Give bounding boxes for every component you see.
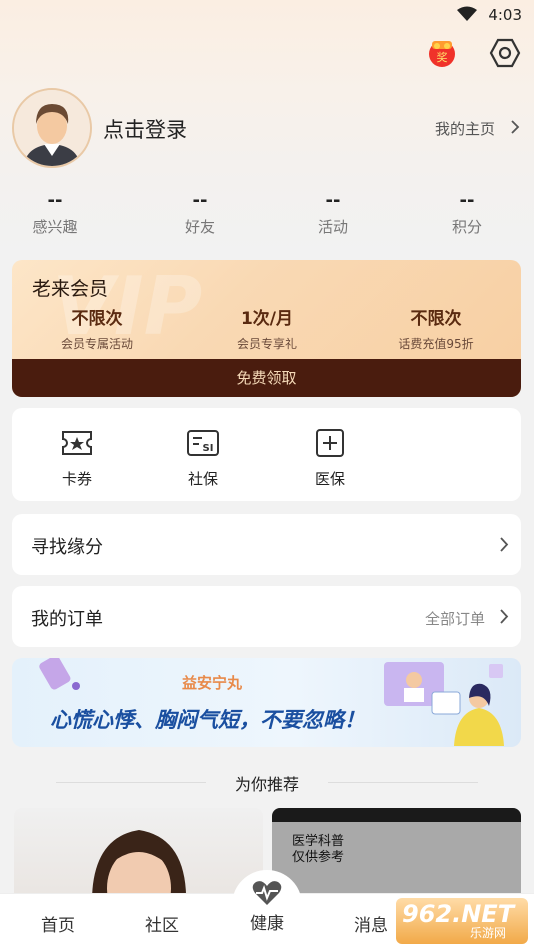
vip-benefit-value: 1次/月 [240,309,294,329]
find-fate-row[interactable]: 寻找缘分 [12,514,521,575]
vip-claim-button[interactable]: 免费领取 [12,359,521,397]
video-caption-line: 医学科普 [292,834,345,849]
stat-friends[interactable]: -- 好友 [155,190,245,237]
banner-headline: 心慌心悸、胸闷气短，不要忽略！ [50,708,365,732]
stat-label: 活动 [317,218,348,236]
chevron-right-icon[interactable] [510,119,520,135]
status-bar: 4:03 [0,0,534,30]
social-security-icon: SI [187,430,219,456]
svg-text:SI: SI [203,443,214,454]
recommend-title: 为你推荐 [234,775,299,794]
ad-banner[interactable]: 益安宁丸 心慌心悸、胸闷气短，不要忽略！ [12,658,521,747]
medical-insurance-icon [316,429,344,457]
stat-label: 感兴趣 [32,218,78,236]
vip-benefit: 不限次 会员专属活动 [17,304,177,352]
vip-benefit-value: 不限次 [410,309,462,329]
avatar[interactable] [12,88,92,168]
vip-card[interactable]: VIP 老来会员 不限次 会员专属活动 1次/月 会员专享礼 不限次 话费充值9… [12,260,521,397]
service-social-security[interactable]: SI 社保 [163,428,243,489]
service-medical-insurance[interactable]: 医保 [290,428,370,489]
coupon-icon [62,431,92,455]
svg-text:奖: 奖 [437,50,448,64]
video-caption: 医学科普 仅供参考 [292,834,344,866]
tab-community[interactable]: 社区 [132,911,192,936]
chevron-right-icon [500,537,509,552]
stat-activities[interactable]: -- 活动 [288,190,378,237]
vip-benefit-desc: 话费充值95折 [398,337,474,351]
my-orders-row[interactable]: 我的订单 全部订单 [12,586,521,647]
doctor-illustration [384,662,504,746]
stat-value: -- [325,190,341,211]
vip-benefit: 不限次 话费充值95折 [356,304,516,352]
award-icon[interactable]: 奖 [426,37,458,69]
video-caption-line: 仅供参考 [292,850,345,865]
settings-icon[interactable] [489,37,521,69]
site-watermark: 962.NET 乐游网 [396,898,528,944]
tab-home[interactable]: 首页 [28,911,88,936]
vip-title: 老来会员 [32,278,109,300]
stat-points[interactable]: -- 积分 [422,190,512,237]
all-orders-link[interactable]: 全部订单 [425,608,485,629]
vip-benefit-value: 不限次 [71,309,123,329]
watermark-sub: 乐游网 [470,926,507,940]
stat-value: -- [192,190,208,211]
stats-row: -- 感兴趣 -- 好友 -- 活动 -- 积分 [0,190,534,250]
services-card: 卡券 SI 社保 医保 [12,408,521,501]
stat-value: -- [459,190,475,211]
health-heart-icon[interactable] [252,880,282,906]
status-time: 4:03 [488,6,522,24]
chevron-right-icon [500,609,509,624]
service-label: 卡券 [61,470,92,488]
service-label: 医保 [314,470,345,488]
my-orders-label: 我的订单 [31,609,103,630]
medicine-icon [39,658,80,690]
vip-benefit-desc: 会员专属活动 [60,337,133,351]
vip-benefit-desc: 会员专享礼 [236,337,297,351]
stat-value: -- [47,190,63,211]
avatar-person-icon [14,90,90,166]
divider-line [328,782,478,783]
tab-messages[interactable]: 消息 [341,911,401,936]
service-label: 社保 [187,470,218,488]
login-text[interactable]: 点击登录 [103,114,187,144]
wifi-icon [457,6,477,21]
banner-brand: 益安宁丸 [182,674,243,692]
stat-interests[interactable]: -- 感兴趣 [10,190,100,237]
find-fate-label: 寻找缘分 [31,537,103,558]
stat-label: 好友 [184,218,215,236]
my-home-link[interactable]: 我的主页 [435,118,495,139]
service-coupon[interactable]: 卡券 [37,428,117,489]
vip-benefit: 1次/月 会员专享礼 [187,304,347,352]
stat-label: 积分 [451,218,482,236]
